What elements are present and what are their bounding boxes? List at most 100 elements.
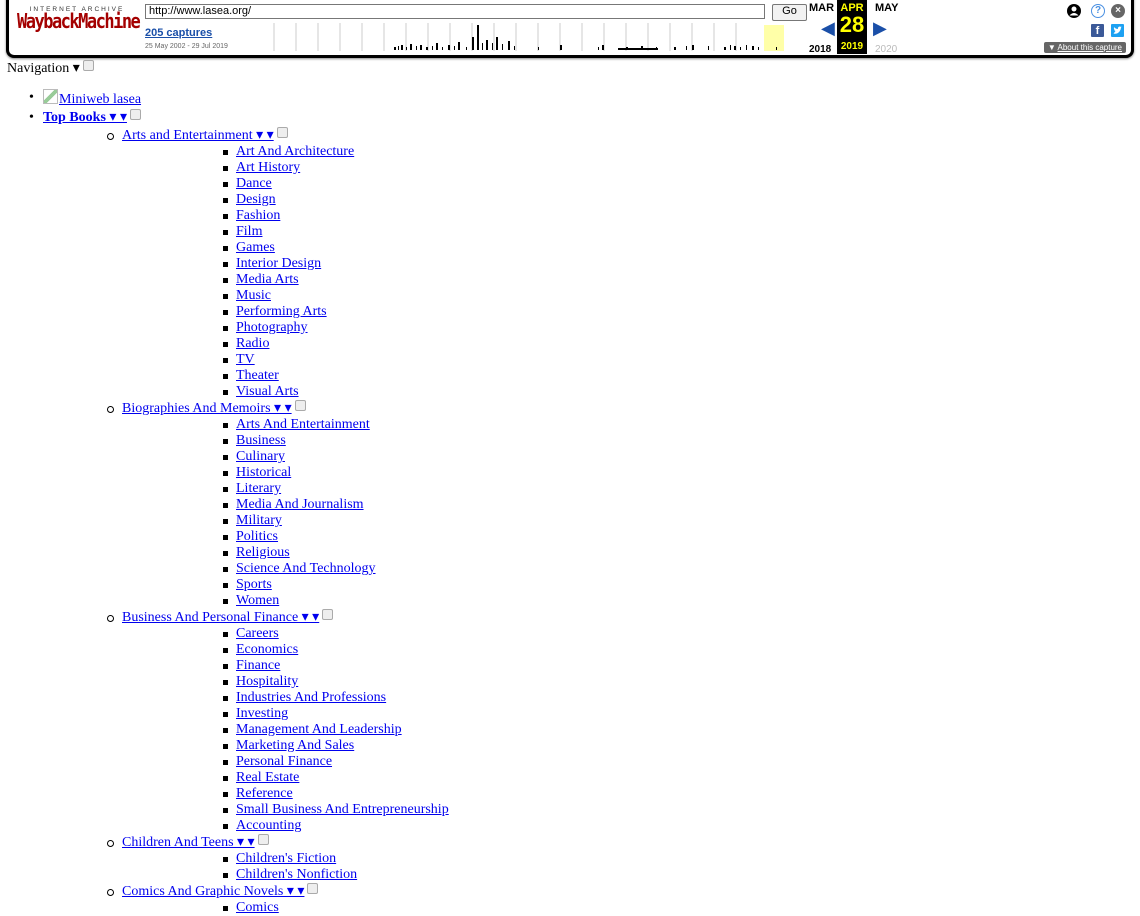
subcategory-link[interactable]: Real Estate	[236, 770, 299, 785]
subcategory-link[interactable]: Economics	[236, 642, 298, 657]
subcategory-link[interactable]: Games	[236, 240, 275, 255]
subcategory-link[interactable]: Management And Leadership	[236, 722, 402, 737]
subcategory-link[interactable]: Photography	[236, 320, 308, 335]
about-capture-button[interactable]: ▼ About this capture	[1043, 42, 1126, 53]
subcategory-link[interactable]: Interior Design	[236, 256, 321, 271]
top-books-checkbox[interactable]	[129, 109, 141, 120]
subcategory-link[interactable]: Science And Technology	[236, 561, 376, 576]
captures-link[interactable]: 205 captures	[145, 27, 212, 39]
category-link[interactable]: Arts and Entertainment ▾ ▾	[122, 128, 274, 143]
subcategory-link[interactable]: Children's Fiction	[236, 851, 336, 866]
subcategory-item: Radio	[122, 336, 1140, 352]
category-list: Arts and Entertainment ▾ ▾ Art And Archit…	[43, 127, 1140, 916]
subcategory-item: Finance	[122, 658, 1140, 674]
subcategory-list: Children's Fiction Children's Nonfiction	[122, 851, 1140, 883]
category-link[interactable]: Children And Teens ▾ ▾	[122, 835, 255, 850]
category-link[interactable]: Comics And Graphic Novels ▾ ▾	[122, 884, 304, 899]
navigation-header[interactable]: Navigation ▾	[7, 60, 94, 77]
subcategory-link[interactable]: Women	[236, 593, 279, 608]
subcategory-item: Historical	[122, 465, 1140, 481]
subcategory-link[interactable]: Historical	[236, 465, 291, 480]
subcategory-link[interactable]: Small Business And Entrepreneurship	[236, 802, 449, 817]
site-logo-link[interactable]: Miniweb lasea	[59, 92, 141, 107]
prev-year[interactable]: 2018	[809, 44, 831, 55]
subcategory-link[interactable]: Comics	[236, 900, 279, 915]
category-checkbox[interactable]	[294, 400, 306, 411]
go-button[interactable]: Go	[772, 4, 807, 21]
facebook-icon[interactable]: f	[1091, 24, 1104, 37]
next-month[interactable]: MAY	[875, 2, 898, 14]
subcategory-link[interactable]: Media And Journalism	[236, 497, 364, 512]
next-capture-arrow-icon[interactable]: ▶	[873, 18, 887, 39]
category-checkbox[interactable]	[307, 883, 319, 894]
subcategory-link[interactable]: Military	[236, 513, 282, 528]
subcategory-link[interactable]: Radio	[236, 336, 269, 351]
subcategory-link[interactable]: Literary	[236, 481, 281, 496]
subcategory-link[interactable]: Hospitality	[236, 674, 298, 689]
subcategory-link[interactable]: Fashion	[236, 208, 280, 223]
user-icon[interactable]	[1067, 4, 1081, 18]
subcategory-item: Games	[122, 240, 1140, 256]
subcategory-item: Culinary	[122, 449, 1140, 465]
subcategory-item: Women	[122, 593, 1140, 609]
subcategory-link[interactable]: Business	[236, 433, 286, 448]
current-year: 2019	[840, 41, 864, 52]
subcategory-link[interactable]: Sports	[236, 577, 272, 592]
subcategory-link[interactable]: Personal Finance	[236, 754, 332, 769]
help-icon[interactable]: ?	[1091, 4, 1105, 18]
twitter-icon[interactable]	[1111, 24, 1124, 37]
capture-sparkline[interactable]	[246, 23, 784, 51]
url-input[interactable]: http://www.lasea.org/	[145, 4, 765, 19]
subcategory-item: Media And Journalism	[122, 497, 1140, 513]
subcategory-link[interactable]: Reference	[236, 786, 293, 801]
subcategory-link[interactable]: Performing Arts	[236, 304, 327, 319]
subcategory-link[interactable]: Culinary	[236, 449, 285, 464]
subcategory-link[interactable]: Careers	[236, 626, 279, 641]
subcategory-link[interactable]: Visual Arts	[236, 384, 299, 399]
subcategory-item: Theater	[122, 368, 1140, 384]
subcategory-link[interactable]: Media Arts	[236, 272, 299, 287]
top-books-link[interactable]: Top Books ▾ ▾	[43, 110, 127, 125]
subcategory-item: Fashion	[122, 208, 1140, 224]
subcategory-item: Personal Finance	[122, 754, 1140, 770]
subcategory-item: Literary	[122, 481, 1140, 497]
subcategory-link[interactable]: Investing	[236, 706, 288, 721]
subcategory-list: Art And Architecture Art History Dance Desi…	[122, 144, 1140, 400]
subcategory-link[interactable]: Music	[236, 288, 271, 303]
prev-capture-arrow-icon[interactable]: ◀	[821, 18, 835, 39]
wayback-toolbar: INTERNET ARCHIVE WaybackMachine http://w…	[6, 0, 1134, 58]
subcategory-item: Children's Fiction	[122, 851, 1140, 867]
category-checkbox[interactable]	[257, 834, 269, 845]
category-item: Business And Personal Finance ▾ ▾ Careers…	[43, 609, 1140, 834]
category-checkbox[interactable]	[276, 127, 288, 138]
subcategory-link[interactable]: Industries And Professions	[236, 690, 386, 705]
subcategory-link[interactable]: Politics	[236, 529, 278, 544]
subcategory-item: Military	[122, 513, 1140, 529]
category-link[interactable]: Biographies And Memoirs ▾ ▾	[122, 401, 292, 416]
logo-item: Miniweb lasea	[0, 89, 1140, 109]
subcategory-item: Careers	[122, 626, 1140, 642]
close-icon[interactable]: ×	[1111, 4, 1125, 18]
subcategory-link[interactable]: Art And Architecture	[236, 144, 354, 159]
category-link[interactable]: Business And Personal Finance ▾ ▾	[122, 610, 319, 625]
subcategory-link[interactable]: TV	[236, 352, 255, 367]
subcategory-link[interactable]: Arts And Entertainment	[236, 417, 370, 432]
wayback-logo[interactable]: INTERNET ARCHIVE WaybackMachine	[17, 6, 141, 33]
subcategory-link[interactable]: Religious	[236, 545, 290, 560]
subcategory-item: Accounting	[122, 818, 1140, 834]
subcategory-link[interactable]: Film	[236, 224, 262, 239]
category-item: Children And Teens ▾ ▾ Children's Fiction…	[43, 834, 1140, 883]
prev-month[interactable]: MAR	[809, 2, 834, 14]
subcategory-link[interactable]: Children's Nonfiction	[236, 867, 357, 882]
navigation-checkbox[interactable]	[82, 60, 94, 71]
subcategory-link[interactable]: Accounting	[236, 818, 301, 833]
subcategory-link[interactable]: Marketing And Sales	[236, 738, 354, 753]
subcategory-link[interactable]: Design	[236, 192, 276, 207]
subcategory-item: TV	[122, 352, 1140, 368]
subcategory-link[interactable]: Theater	[236, 368, 279, 383]
subcategory-link[interactable]: Dance	[236, 176, 272, 191]
subcategory-item: Music	[122, 288, 1140, 304]
subcategory-link[interactable]: Finance	[236, 658, 280, 673]
category-checkbox[interactable]	[322, 609, 334, 620]
subcategory-link[interactable]: Art History	[236, 160, 300, 175]
